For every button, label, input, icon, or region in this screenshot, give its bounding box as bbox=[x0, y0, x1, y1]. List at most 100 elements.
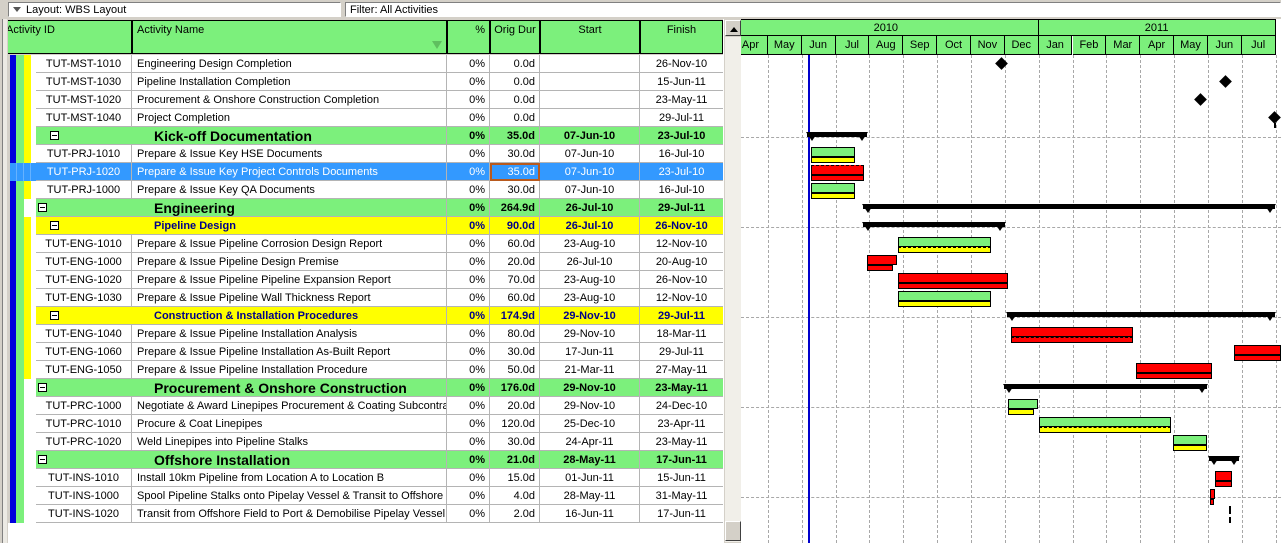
activity-name-cell[interactable]: Negotiate & Award Linepipes Procurement … bbox=[132, 397, 447, 415]
finish-date-cell[interactable]: 29-Jul-11 bbox=[640, 109, 723, 127]
activity-id-cell[interactable]: TUT-ENG-1020 bbox=[36, 271, 132, 289]
activity-name-cell[interactable]: Prepare & Issue Pipeline Installation As… bbox=[132, 343, 447, 361]
finish-date-cell[interactable]: 15-Jun-11 bbox=[640, 469, 723, 487]
wbs-summary-row[interactable]: Engineering 0% 264.9d 26-Jul-10 29-Jul-11 bbox=[0, 199, 723, 217]
orig-dur-cell[interactable]: 0.0d bbox=[490, 91, 540, 109]
wbs-summary-row[interactable]: Offshore Installation 0% 21.0d 28-May-11 17-… bbox=[0, 451, 723, 469]
percent-cell[interactable]: 0% bbox=[447, 379, 490, 397]
orig-dur-cell[interactable]: 21.0d bbox=[490, 451, 540, 469]
finish-date-cell[interactable]: 15-Jun-11 bbox=[640, 73, 723, 91]
column-header-activity-name[interactable]: Activity Name bbox=[132, 20, 447, 54]
activity-id-cell[interactable]: TUT-MST-1030 bbox=[36, 73, 132, 91]
gantt-baseline-bar[interactable] bbox=[1234, 355, 1281, 361]
start-date-cell[interactable] bbox=[540, 55, 640, 73]
gantt-summary-bar[interactable] bbox=[862, 204, 1276, 213]
activity-id-cell[interactable]: TUT-MST-1040 bbox=[36, 109, 132, 127]
gantt-baseline-bar[interactable] bbox=[1008, 409, 1034, 415]
activity-id-cell[interactable]: TUT-PRJ-1010 bbox=[36, 145, 132, 163]
activity-id-cell[interactable]: TUT-ENG-1040 bbox=[36, 325, 132, 343]
orig-dur-cell[interactable]: 0.0d bbox=[490, 109, 540, 127]
gantt-summary-bar[interactable] bbox=[862, 222, 1006, 231]
gantt-milestone-diamond-icon[interactable] bbox=[1194, 93, 1207, 106]
activity-name-cell[interactable]: Kick-off Documentation bbox=[132, 127, 447, 145]
activity-name-cell[interactable]: Procurement & Onshore Construction bbox=[132, 379, 447, 397]
start-date-cell[interactable]: 07-Jun-10 bbox=[540, 127, 640, 145]
gantt-baseline-bar[interactable] bbox=[811, 175, 864, 181]
orig-dur-cell[interactable]: 30.0d bbox=[490, 433, 540, 451]
gantt-baseline-bar[interactable] bbox=[811, 193, 855, 199]
gantt-baseline-bar[interactable] bbox=[1173, 445, 1207, 451]
orig-dur-cell[interactable]: 174.9d bbox=[490, 307, 540, 325]
start-date-cell[interactable] bbox=[540, 109, 640, 127]
orig-dur-cell[interactable]: 15.0d bbox=[490, 469, 540, 487]
gantt-activity-bar[interactable] bbox=[1234, 345, 1281, 355]
finish-date-cell[interactable]: 23-May-11 bbox=[640, 433, 723, 451]
activity-id-cell[interactable] bbox=[36, 451, 132, 469]
orig-dur-cell[interactable]: 0.0d bbox=[490, 73, 540, 91]
activity-id-cell[interactable]: TUT-ENG-1050 bbox=[36, 361, 132, 379]
gantt-baseline-bar[interactable] bbox=[898, 247, 991, 253]
orig-dur-cell[interactable]: 0.0d bbox=[490, 55, 540, 73]
finish-date-cell[interactable]: 23-Apr-11 bbox=[640, 415, 723, 433]
activity-id-cell[interactable] bbox=[36, 199, 132, 217]
start-date-cell[interactable]: 26-Jul-10 bbox=[540, 217, 640, 235]
table-row[interactable]: TUT-PRC-1000 Negotiate & Award Linepipes … bbox=[0, 397, 723, 415]
finish-date-cell[interactable]: 27-May-11 bbox=[640, 361, 723, 379]
start-date-cell[interactable]: 29-Nov-10 bbox=[540, 325, 640, 343]
activity-name-cell[interactable]: Transit from Offshore Field to Port & De… bbox=[132, 505, 447, 523]
finish-date-cell[interactable]: 16-Jul-10 bbox=[640, 145, 723, 163]
activity-name-cell[interactable]: Engineering Design Completion bbox=[132, 55, 447, 73]
activity-name-cell[interactable]: Prepare & Issue Pipeline Installation An… bbox=[132, 325, 447, 343]
column-header-percent[interactable]: % bbox=[447, 20, 490, 54]
collapse-expand-toggle[interactable] bbox=[50, 221, 59, 230]
activity-name-cell[interactable]: Procure & Coat Linepipes bbox=[132, 415, 447, 433]
finish-date-cell[interactable]: 17-Jun-11 bbox=[640, 451, 723, 469]
start-date-cell[interactable]: 16-Jun-11 bbox=[540, 505, 640, 523]
start-date-cell[interactable]: 07-Jun-10 bbox=[540, 163, 640, 181]
scroll-up-arrow-icon[interactable] bbox=[725, 20, 741, 36]
activity-name-cell[interactable]: Prepare & Issue Key Project Controls Doc… bbox=[132, 163, 447, 181]
scrollbar-thumb[interactable] bbox=[725, 521, 741, 541]
activity-name-cell[interactable]: Prepare & Issue Pipeline Installation Pr… bbox=[132, 361, 447, 379]
activity-id-cell[interactable]: TUT-INS-1010 bbox=[36, 469, 132, 487]
wbs-summary-row[interactable]: Construction & Installation Procedures 0%… bbox=[0, 307, 723, 325]
table-row[interactable]: TUT-MST-1010 Engineering Design Completio… bbox=[0, 55, 723, 73]
start-date-cell[interactable]: 29-Nov-10 bbox=[540, 307, 640, 325]
percent-cell[interactable]: 0% bbox=[447, 127, 490, 145]
start-date-cell[interactable]: 29-Nov-10 bbox=[540, 397, 640, 415]
percent-cell[interactable]: 0% bbox=[447, 145, 490, 163]
percent-cell[interactable]: 0% bbox=[447, 73, 490, 91]
activity-id-cell[interactable]: TUT-MST-1020 bbox=[36, 91, 132, 109]
orig-dur-cell[interactable]: 80.0d bbox=[490, 325, 540, 343]
percent-cell[interactable]: 0% bbox=[447, 235, 490, 253]
start-date-cell[interactable]: 23-Aug-10 bbox=[540, 235, 640, 253]
finish-date-cell[interactable]: 17-Jun-11 bbox=[640, 505, 723, 523]
activity-id-cell[interactable]: TUT-PRC-1020 bbox=[36, 433, 132, 451]
table-row[interactable]: TUT-MST-1040 Project Completion 0% 0.0d 29-J… bbox=[0, 109, 723, 127]
gantt-activity-tick[interactable] bbox=[1229, 506, 1231, 514]
orig-dur-cell[interactable]: 4.0d bbox=[490, 487, 540, 505]
orig-dur-cell[interactable]: 30.0d bbox=[490, 145, 540, 163]
table-row[interactable]: TUT-INS-1010 Install 10km Pipeline from L… bbox=[0, 469, 723, 487]
activity-id-cell[interactable]: TUT-MST-1010 bbox=[36, 55, 132, 73]
finish-date-cell[interactable]: 23-May-11 bbox=[640, 91, 723, 109]
finish-date-cell[interactable]: 12-Nov-10 bbox=[640, 289, 723, 307]
percent-cell[interactable]: 0% bbox=[447, 163, 490, 181]
gantt-baseline-bar[interactable] bbox=[898, 283, 1008, 289]
table-row[interactable]: TUT-PRJ-1010 Prepare & Issue Key HSE Docu… bbox=[0, 145, 723, 163]
layout-selector[interactable]: Layout: WBS Layout bbox=[8, 2, 341, 17]
start-date-cell[interactable]: 01-Jun-11 bbox=[540, 469, 640, 487]
activity-id-cell[interactable]: TUT-ENG-1010 bbox=[36, 235, 132, 253]
finish-date-cell[interactable]: 31-May-11 bbox=[640, 487, 723, 505]
start-date-cell[interactable]: 23-Aug-10 bbox=[540, 289, 640, 307]
activity-name-cell[interactable]: Prepare & Issue Pipeline Design Premise bbox=[132, 253, 447, 271]
orig-dur-cell[interactable]: 50.0d bbox=[490, 361, 540, 379]
gantt-summary-bar[interactable] bbox=[1003, 384, 1208, 393]
collapse-expand-toggle[interactable] bbox=[50, 311, 59, 320]
orig-dur-cell[interactable]: 2.0d bbox=[490, 505, 540, 523]
orig-dur-cell[interactable]: 90.0d bbox=[490, 217, 540, 235]
gantt-baseline-bar[interactable] bbox=[898, 301, 991, 307]
orig-dur-cell[interactable]: 20.0d bbox=[490, 253, 540, 271]
table-row[interactable]: TUT-ENG-1060 Prepare & Issue Pipeline Ins… bbox=[0, 343, 723, 361]
gantt-activity-bar[interactable] bbox=[811, 147, 855, 157]
